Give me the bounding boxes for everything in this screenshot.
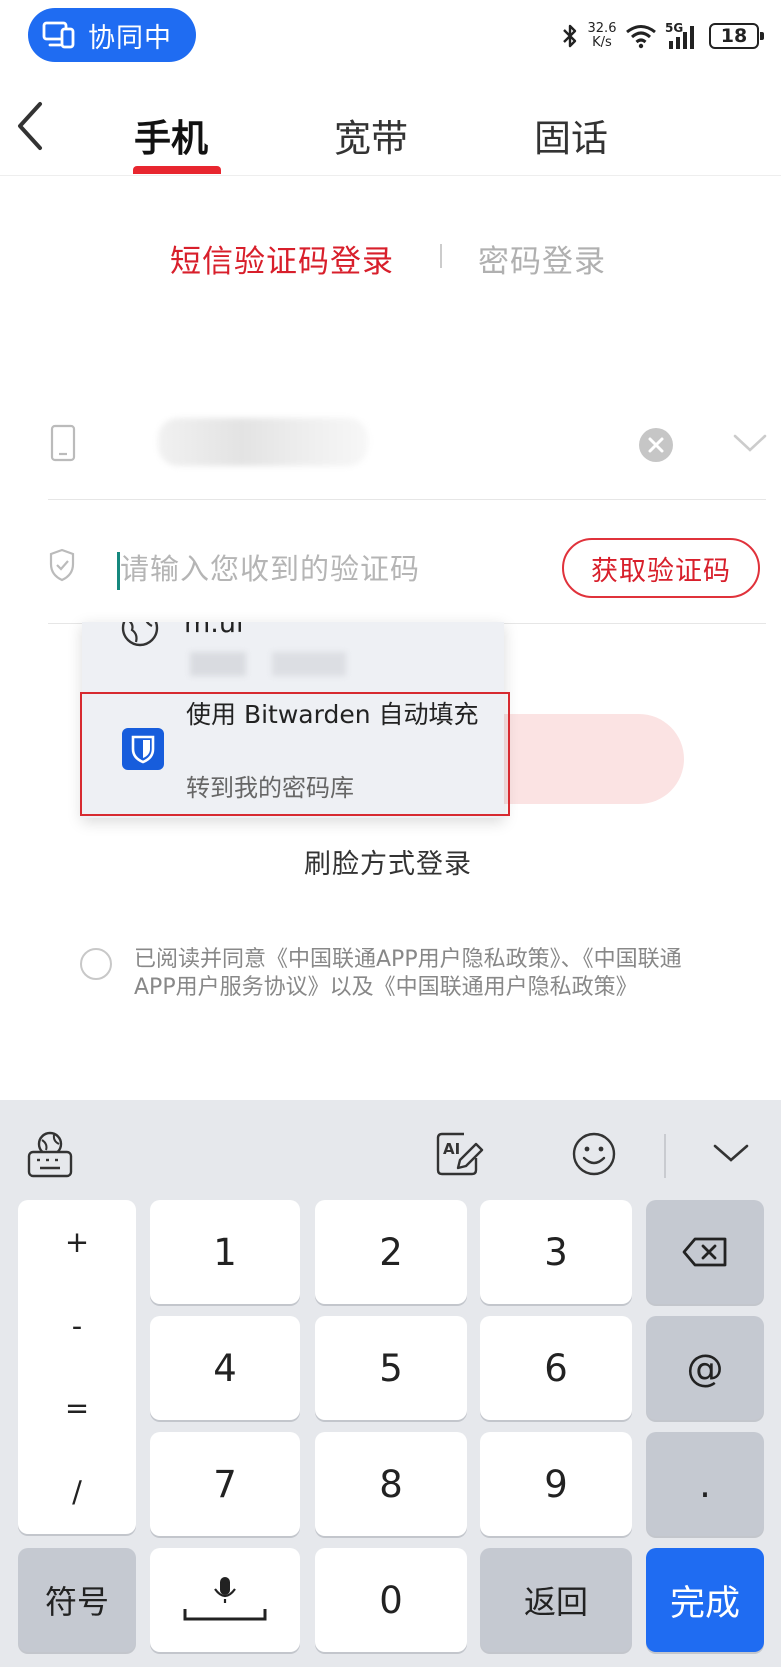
- key-3[interactable]: 3: [480, 1200, 632, 1304]
- phone-icon: [50, 424, 76, 462]
- back-arrow-icon[interactable]: [12, 98, 52, 154]
- collab-label: 协同中: [88, 22, 172, 54]
- svg-text:AI: AI: [443, 1140, 460, 1158]
- key-6[interactable]: 6: [480, 1316, 632, 1420]
- suggestion-redacted: [272, 652, 346, 676]
- top-nav: 手机 宽带 固话: [0, 80, 781, 176]
- emoji-icon[interactable]: [570, 1130, 618, 1178]
- key-1[interactable]: 1: [150, 1200, 300, 1304]
- tab-mobile[interactable]: 手机: [134, 108, 208, 162]
- done-key[interactable]: 完成: [646, 1548, 764, 1652]
- password-login-tab[interactable]: 密码登录: [478, 236, 606, 281]
- key-at[interactable]: @: [646, 1316, 764, 1420]
- collab-indicator[interactable]: 协同中: [28, 8, 196, 62]
- key-0[interactable]: 0: [315, 1548, 467, 1652]
- get-code-button[interactable]: 获取验证码: [562, 538, 760, 598]
- key-equals[interactable]: =: [18, 1366, 136, 1450]
- shield-icon: [49, 548, 75, 582]
- network-speed: 32.6 K/s: [587, 21, 617, 50]
- wifi-icon: [626, 25, 656, 49]
- verification-code-field: 获取验证码: [48, 520, 766, 624]
- numeric-keyboard: AI + - = / 1 2 3 4 5 6 @ 7 8 9 . 符号 0 返回…: [0, 1100, 781, 1667]
- highlight-box: [80, 692, 510, 816]
- cellular-signal: 5G: [665, 21, 701, 51]
- tab-broadband[interactable]: 宽带: [334, 108, 408, 162]
- globe-icon: [121, 622, 159, 647]
- key-minus[interactable]: -: [18, 1284, 136, 1368]
- key-7[interactable]: 7: [150, 1432, 300, 1536]
- battery-indicator: 18: [709, 23, 764, 49]
- symbol-column: + - = /: [18, 1200, 136, 1534]
- active-tab-indicator: [133, 166, 221, 174]
- chevron-down-icon[interactable]: [732, 432, 768, 454]
- key-9[interactable]: 9: [480, 1432, 632, 1536]
- status-bar: 协同中 32.6 K/s 5G 18: [0, 0, 781, 70]
- verification-code-input[interactable]: [120, 546, 490, 592]
- multi-device-icon: [42, 21, 75, 49]
- clear-icon[interactable]: [639, 428, 673, 462]
- tab-landline[interactable]: 固话: [534, 108, 608, 162]
- key-2[interactable]: 2: [315, 1200, 467, 1304]
- key-plus[interactable]: +: [18, 1200, 136, 1284]
- collapse-keyboard-icon[interactable]: [712, 1142, 750, 1164]
- suggestion-redacted: [190, 652, 246, 676]
- phone-number-redacted: [158, 418, 368, 466]
- autofill-suggestion[interactable]: m.ul: [82, 622, 504, 690]
- return-key[interactable]: 返回: [480, 1548, 632, 1652]
- key-5[interactable]: 5: [315, 1316, 467, 1420]
- face-login-link[interactable]: 刷脸方式登录: [304, 842, 472, 881]
- mode-divider: [440, 244, 442, 268]
- symbols-key[interactable]: 符号: [18, 1548, 136, 1652]
- bluetooth-icon: [563, 24, 577, 48]
- keyboard-language-icon[interactable]: [26, 1130, 74, 1180]
- backspace-icon: [682, 1237, 727, 1267]
- signal-bars-icon: [669, 26, 694, 49]
- key-slash[interactable]: /: [18, 1450, 136, 1534]
- ai-writing-icon[interactable]: AI: [434, 1130, 484, 1178]
- agreement-text[interactable]: 已阅读并同意《中国联通APP用户隐私政策》、《中国联通APP用户服务协议》以及《…: [134, 946, 694, 1002]
- key-4[interactable]: 4: [150, 1316, 300, 1420]
- key-8[interactable]: 8: [315, 1432, 467, 1536]
- toolbar-divider: [664, 1134, 666, 1178]
- agreement-checkbox[interactable]: [80, 948, 112, 980]
- space-voice-key[interactable]: [150, 1548, 300, 1652]
- backspace-key[interactable]: [646, 1200, 764, 1304]
- suggestion-site: m.ul: [184, 622, 244, 639]
- key-dot[interactable]: .: [646, 1432, 764, 1536]
- phone-number-field[interactable]: [48, 400, 768, 500]
- status-icons: 32.6 K/s 5G 18: [561, 16, 764, 56]
- microphone-icon: [183, 1577, 267, 1621]
- sms-login-tab[interactable]: 短信验证码登录: [170, 236, 394, 281]
